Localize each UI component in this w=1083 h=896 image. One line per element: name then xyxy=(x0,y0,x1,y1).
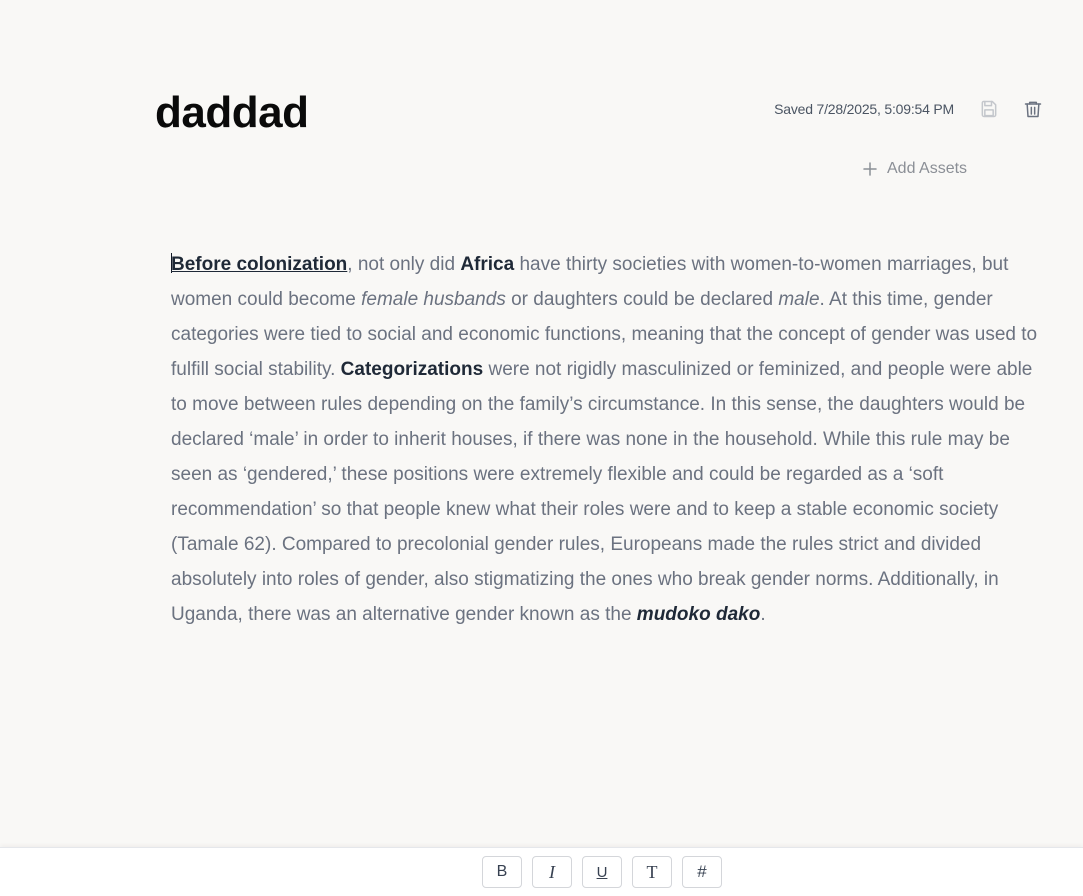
delete-button[interactable] xyxy=(1021,97,1045,121)
underline-button[interactable]: U xyxy=(582,856,622,888)
bold-text: Africa xyxy=(460,254,515,275)
add-assets-button[interactable]: Add Assets xyxy=(861,160,967,178)
trash-icon xyxy=(1024,101,1042,118)
underlined-bold-text: Before colonization xyxy=(171,254,348,275)
save-button[interactable] xyxy=(977,97,1001,121)
italic-text: female husbands xyxy=(361,289,506,310)
note-editor-page: daddad Saved 7/28/2025, 5:09:54 PM Add A… xyxy=(0,0,1083,896)
bold-italic-text: mudoko dako xyxy=(636,604,761,625)
bold-text: Categorizations xyxy=(340,359,484,380)
document-title[interactable]: daddad xyxy=(155,88,309,138)
heading-button[interactable]: # xyxy=(682,856,722,888)
plus-icon xyxy=(863,162,877,176)
italic-button[interactable]: I xyxy=(532,856,572,888)
formatting-toolbar: B I U T # xyxy=(0,847,1083,896)
save-icon xyxy=(981,100,997,118)
add-assets-label: Add Assets xyxy=(887,160,968,177)
hash-icon: # xyxy=(697,862,707,881)
text-icon: T xyxy=(646,861,658,882)
italic-icon: I xyxy=(549,861,555,882)
bold-icon: B xyxy=(496,863,508,880)
italic-text: male xyxy=(778,289,820,310)
underline-icon: U xyxy=(596,863,608,881)
editor-paragraph: Before colonization, not only did Africa… xyxy=(171,253,1038,625)
saved-status: Saved 7/28/2025, 5:09:54 PM xyxy=(774,101,954,117)
rich-text-editor[interactable]: Before colonization, not only did Africa… xyxy=(171,247,1041,632)
bold-button[interactable]: B xyxy=(482,856,522,888)
text-style-button[interactable]: T xyxy=(632,856,672,888)
